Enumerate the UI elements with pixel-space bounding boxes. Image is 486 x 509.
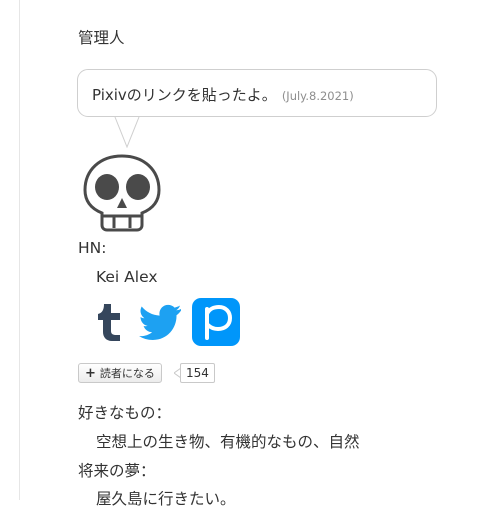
sidebar-border [19,0,20,500]
pixiv-link[interactable] [192,298,240,346]
section-heading: 管理人 [78,29,125,47]
bubble-date: (July.8.2021) [281,89,354,103]
reader-count: 154 [180,363,215,383]
subscribe-label: 読者になる [99,367,155,380]
hn-value: Kei Alex [96,268,158,286]
plus-icon: + [85,365,96,381]
dream-value: 屋久島に行きたい。 [96,490,236,508]
bubble-tail [114,116,140,148]
twitter-link[interactable] [136,298,184,346]
likes-label: 好きなもの： [78,404,172,422]
speech-bubble: Pixivのリンクを貼ったよ。 (July.8.2021) [77,69,437,117]
subscribe-button[interactable]: + 読者になる [78,363,162,383]
dream-label: 将来の夢： [78,462,156,480]
bubble-message: Pixivのリンクを貼ったよ。 [92,86,277,104]
bubble-text: Pixivのリンクを貼ったよ。 (July.8.2021) [92,84,354,105]
pixiv-icon [192,298,240,346]
hn-label: HN: [78,239,107,257]
skull-icon [83,154,161,232]
tumblr-link[interactable] [86,298,134,346]
twitter-icon [139,304,181,340]
likes-value: 空想上の生き物、有機的なもの、自然 [96,433,360,451]
tumblr-icon [98,304,120,341]
